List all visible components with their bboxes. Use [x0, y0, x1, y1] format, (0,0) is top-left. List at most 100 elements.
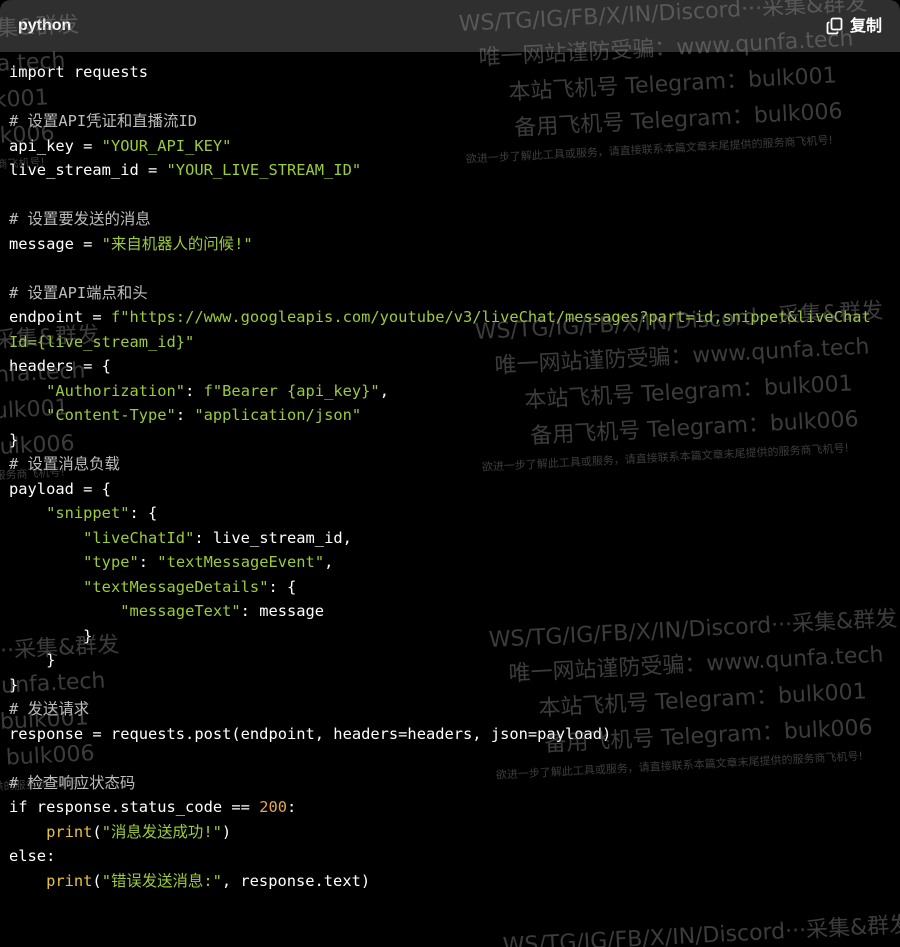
code-token: "snippet": [46, 504, 130, 522]
code-line: if response.status_code == 200:: [9, 795, 871, 820]
code-line: # 设置要发送的消息: [9, 207, 871, 232]
language-label: python: [18, 17, 72, 34]
code-line: # 检查响应状态码: [9, 771, 871, 796]
code-token: "YOUR_LIVE_STREAM_ID": [166, 161, 362, 179]
watermark: WS/TG/IG/FB/X/IN/Discord···采集&群发: [502, 912, 900, 947]
code-line: import requests: [9, 60, 871, 85]
code-line: print("错误发送消息:", response.text): [9, 869, 871, 894]
code-token: ): [221, 822, 232, 841]
code-token: message =: [9, 234, 102, 253]
code-line: # 设置消息负载: [9, 452, 871, 477]
code-token: "type": [83, 553, 139, 571]
code-line: headers = {: [9, 354, 871, 379]
code-line: api_key = "YOUR_API_KEY": [9, 134, 871, 159]
code-token: else:: [9, 847, 56, 865]
code-token: headers = {: [9, 357, 111, 375]
code-line: response = requests.post(endpoint, heade…: [9, 722, 871, 747]
code-line: "Authorization": f"Bearer {api_key}",: [9, 379, 871, 404]
code-token: # 发送请求: [9, 700, 90, 718]
code-token: : {: [129, 504, 158, 522]
code-token: :: [185, 381, 204, 400]
code-token: f"Bearer {api_key}": [203, 381, 380, 400]
code-token: "错误发送消息:": [101, 871, 222, 890]
code-token: }: [9, 626, 93, 645]
code-token: }: [9, 675, 19, 694]
code-token: # 检查响应状态码: [9, 773, 136, 792]
code-token: payload = {: [9, 479, 111, 498]
code-token: :: [287, 798, 297, 816]
code-line: "Content-Type": "application/json": [9, 403, 871, 428]
code-line: live_stream_id = "YOUR_LIVE_STREAM_ID": [9, 158, 871, 183]
code-content[interactable]: import requests # 设置API凭证和直播流ID api_key = …: [9, 60, 871, 893]
code-line: }: [9, 624, 871, 649]
code-token: : live_stream_id,: [194, 528, 352, 547]
code-token: endpoint =: [9, 308, 111, 326]
code-token: print: [46, 822, 93, 841]
code-token: # 设置要发送的消息: [9, 210, 151, 228]
code-token: api_key =: [9, 136, 102, 155]
code-token: import requests: [9, 63, 148, 81]
code-line: endpoint = f"https://www.googleapis.com/…: [9, 305, 871, 330]
code-block-header: python 复制: [0, 0, 900, 52]
code-token: "Authorization": [46, 381, 186, 400]
code-token: }: [9, 430, 19, 449]
code-token: , response.text): [221, 871, 371, 890]
code-token: "textMessageDetails": [83, 577, 269, 596]
copy-icon: [826, 17, 844, 35]
code-token: # 设置API凭证和直播流ID: [9, 112, 197, 130]
code-line: "type": "textMessageEvent",: [9, 550, 871, 575]
code-token: ,: [379, 381, 389, 400]
code-block: python 复制 import requests # 设置API凭证和直播流ID…: [0, 0, 900, 947]
code-line: message = "来自机器人的问候!": [9, 232, 871, 257]
code-token: : {: [268, 577, 297, 596]
code-token: "Content-Type": [46, 406, 176, 424]
code-line: "messageText": message: [9, 599, 871, 624]
code-token: live_stream_id =: [9, 161, 167, 179]
code-token: "messageText": [120, 602, 241, 620]
code-token: :: [175, 406, 195, 424]
copy-label: 复制: [849, 16, 882, 35]
code-token: "消息发送成功!": [101, 822, 222, 841]
code-token: "YOUR_API_KEY": [101, 136, 232, 155]
code-line: "textMessageDetails": {: [9, 575, 871, 600]
code-token: # 设置API端点和头: [9, 283, 148, 302]
code-token: (: [92, 871, 102, 890]
code-line: else:: [9, 844, 871, 869]
code-token: : message: [240, 602, 325, 620]
code-line: # 发送请求: [9, 697, 871, 722]
code-token: response = requests.post(endpoint, heade…: [9, 724, 612, 743]
code-token: Id={live_stream_id}": [9, 332, 195, 351]
code-line: Id={live_stream_id}": [9, 330, 871, 355]
code-token: ,: [324, 553, 334, 571]
code-token: :: [138, 553, 158, 571]
code-token: # 设置消息负载: [9, 455, 120, 473]
code-token: }: [9, 651, 56, 669]
copy-button[interactable]: 复制: [826, 15, 882, 37]
code-token: print: [46, 871, 93, 890]
code-line: print("消息发送成功!"): [9, 820, 871, 845]
code-line: "snippet": {: [9, 501, 871, 526]
code-token: "textMessageEvent": [157, 553, 325, 571]
code-token: 200: [259, 798, 287, 816]
code-token: "liveChatId": [83, 528, 195, 547]
code-line: "liveChatId": live_stream_id,: [9, 526, 871, 551]
code-line: # 设置API凭证和直播流ID: [9, 109, 871, 134]
code-token: f"https://www.googleapis.com/youtube/v3/…: [110, 308, 871, 326]
code-line: payload = {: [9, 477, 871, 502]
code-token: "来自机器人的问候!": [101, 234, 253, 253]
code-token: "application/json": [194, 406, 362, 424]
code-line: }: [9, 648, 871, 673]
